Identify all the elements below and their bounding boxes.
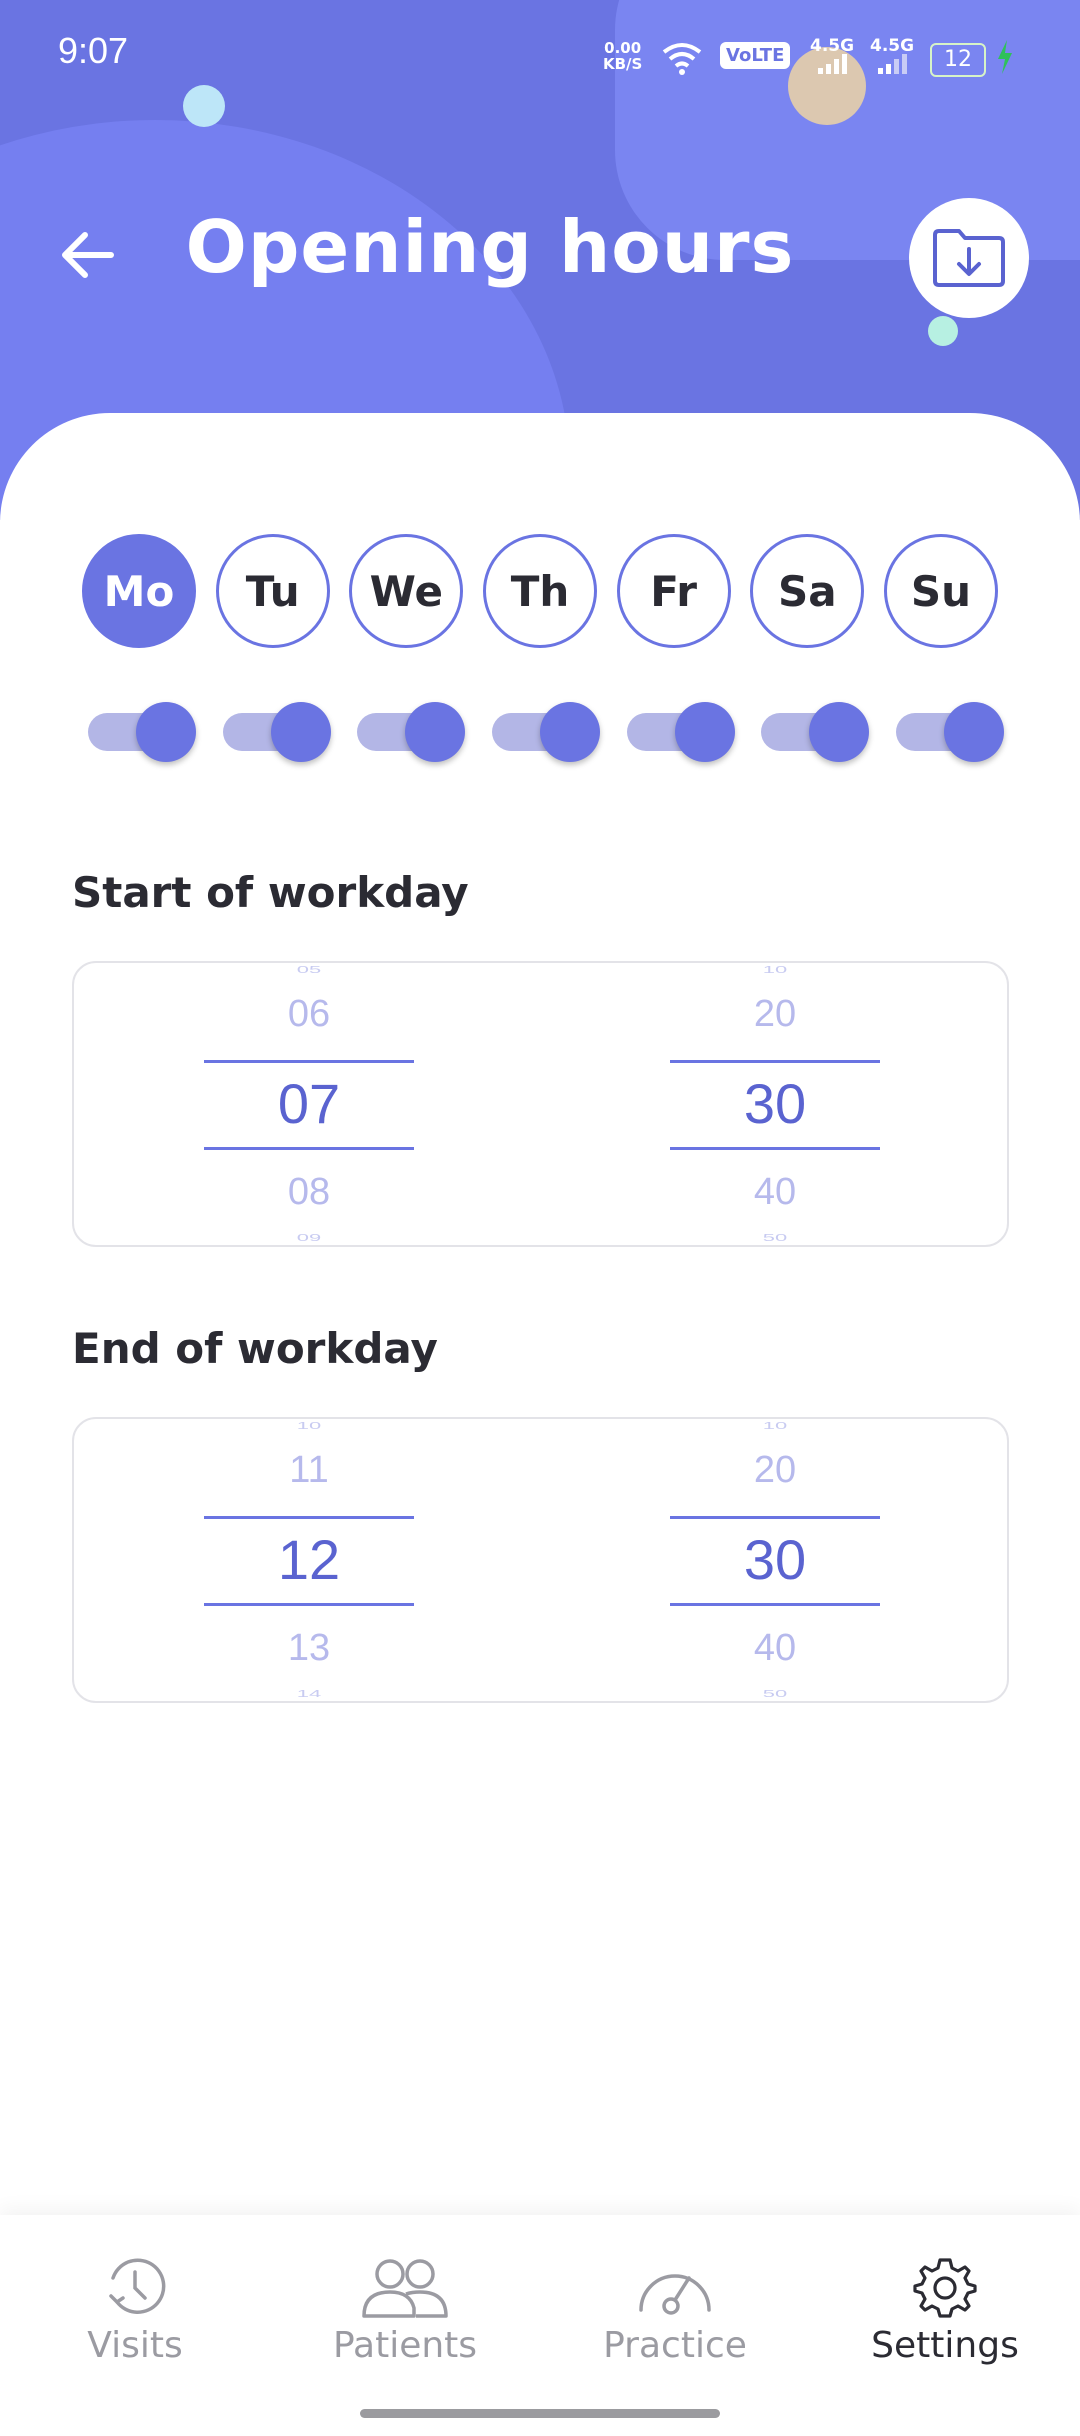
toggle-mo[interactable] (88, 702, 196, 762)
wheel-value: 14 (296, 1688, 322, 1700)
wheel-value: 06 (287, 993, 331, 1035)
tab-settings[interactable]: Settings (835, 2255, 1055, 2366)
selection-line (204, 1147, 414, 1150)
end-minute-wheel[interactable]: 10 20 30 40 50 (670, 1419, 880, 1701)
selection-line (670, 1603, 880, 1606)
signal-icon (878, 54, 907, 74)
start-time-picker: 05 06 07 08 09 10 20 30 40 50 (72, 961, 1009, 1247)
arrow-left-icon (62, 232, 114, 278)
day-button-tu[interactable]: Tu (215, 534, 330, 648)
wheel-value: 40 (753, 1171, 797, 1213)
wheel-selected-value: 12 (277, 1528, 341, 1591)
sim1-label: 4.5G (810, 36, 855, 56)
back-button[interactable] (52, 225, 122, 285)
net-speed-unit: KB/S (603, 55, 643, 73)
toggle-fr[interactable] (626, 702, 735, 762)
wheel-value: 40 (753, 1627, 797, 1669)
start-of-workday-label: Start of workday (72, 868, 469, 917)
gauge-icon (639, 2274, 711, 2315)
wheel-value: 10 (296, 1420, 322, 1432)
end-of-workday-label: End of workday (72, 1324, 438, 1373)
people-icon (362, 2259, 448, 2318)
wheel-value: 13 (287, 1627, 331, 1669)
toggle-knob (270, 702, 331, 762)
home-indicator[interactable] (360, 2409, 720, 2418)
wheel-value: 20 (753, 993, 797, 1035)
day-selector: Mo Tu We Th Fr Sa Su (82, 534, 998, 648)
toggle-knob (674, 702, 735, 762)
toggle-we[interactable] (357, 702, 466, 762)
page-title: Opening hours (185, 205, 795, 289)
toggle-tu[interactable] (222, 702, 331, 762)
tab-practice[interactable]: Practice (565, 2255, 785, 2366)
toggle-sa[interactable] (761, 702, 870, 762)
tab-label: Patients (332, 2325, 478, 2366)
save-button[interactable] (909, 198, 1029, 318)
wheel-selected-value: 07 (277, 1072, 341, 1135)
toggle-su[interactable] (895, 702, 1004, 762)
start-hour-wheel[interactable]: 05 06 07 08 09 (204, 963, 414, 1245)
end-time-picker: 10 11 12 13 14 10 20 30 40 50 (72, 1417, 1009, 1703)
signal-icon (818, 54, 847, 74)
net-speed-value: 0.00 (604, 39, 642, 57)
tab-label: Practice (603, 2325, 747, 2366)
wheel-value: 05 (296, 964, 322, 976)
day-button-mo[interactable]: Mo (82, 534, 196, 648)
day-button-su[interactable]: Su (883, 534, 998, 648)
wheel-value: 50 (762, 1232, 788, 1244)
end-hour-wheel[interactable]: 10 11 12 13 14 (204, 1419, 414, 1701)
battery-icon: 12 (930, 43, 986, 77)
selection-line (670, 1060, 880, 1063)
tab-label: Visits (87, 2325, 183, 2366)
gear-icon (913, 2258, 977, 2318)
decorative-bubble (928, 316, 958, 346)
wheel-selected-value: 30 (743, 1528, 807, 1591)
wheel-selected-value: 30 (743, 1072, 807, 1135)
clock-history-icon (109, 2258, 166, 2314)
decorative-bubble (183, 85, 225, 127)
day-toggles (88, 702, 1004, 762)
tab-visits[interactable]: Visits (25, 2255, 245, 2366)
wifi-icon (662, 43, 702, 75)
wheel-value: 11 (289, 1449, 329, 1491)
wheel-value: 10 (762, 1420, 788, 1432)
sim2-label: 4.5G (870, 36, 915, 56)
start-minute-wheel[interactable]: 10 20 30 40 50 (670, 963, 880, 1245)
day-button-sa[interactable]: Sa (750, 534, 865, 648)
status-net-speed: 0.00 KB/S (603, 40, 642, 72)
selection-line (204, 1603, 414, 1606)
day-button-fr[interactable]: Fr (616, 534, 731, 648)
folder-download-icon (933, 229, 1005, 287)
toggle-knob (943, 702, 1004, 762)
selection-line (204, 1060, 414, 1063)
toggle-th[interactable] (491, 702, 600, 762)
wheel-value: 10 (762, 964, 788, 976)
charging-icon (998, 40, 1012, 74)
toggle-knob (809, 702, 870, 762)
day-button-th[interactable]: Th (482, 534, 597, 648)
selection-line (204, 1516, 414, 1519)
selection-line (670, 1147, 880, 1150)
selection-line (670, 1516, 880, 1519)
toggle-knob (539, 702, 600, 762)
wheel-value: 08 (287, 1171, 331, 1213)
status-time: 9:07 (58, 30, 129, 71)
wheel-value: 09 (296, 1232, 322, 1244)
day-button-we[interactable]: We (349, 534, 464, 648)
toggle-knob (405, 702, 466, 762)
tab-label: Settings (871, 2325, 1019, 2366)
wheel-value: 20 (753, 1449, 797, 1491)
bottom-navigation: Visits Patients Practice Settings (0, 2215, 1080, 2436)
volte-badge: VoLTE (720, 42, 791, 69)
tab-patients[interactable]: Patients (295, 2255, 515, 2366)
toggle-knob (136, 702, 196, 762)
wheel-value: 50 (762, 1688, 788, 1700)
